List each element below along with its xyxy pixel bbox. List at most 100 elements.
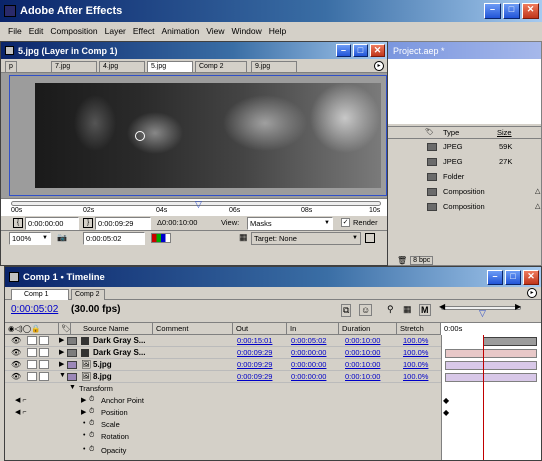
menu-animation[interactable]: Animation xyxy=(161,26,199,40)
list-item[interactable]: Composition △ xyxy=(387,199,541,214)
tab-layer-5jpg[interactable]: 5.jpg xyxy=(147,61,193,72)
close-button[interactable]: ✕ xyxy=(522,3,539,19)
comp-flowchart-icon[interactable]: ⧉ xyxy=(341,304,352,317)
layer-duration-bar[interactable] xyxy=(445,373,537,382)
timeline-close-button[interactable]: ✕ xyxy=(523,269,539,285)
stretch-header[interactable]: Stretch xyxy=(397,323,441,335)
timeline-current-time[interactable]: 0:00:05:02 xyxy=(11,304,58,315)
set-in-button[interactable]: { xyxy=(13,218,23,228)
layer-in[interactable]: 0:00:00:00 xyxy=(291,348,326,357)
bpc-button[interactable]: 8 bpc xyxy=(410,255,434,265)
transform-group[interactable]: ▼ Transform xyxy=(5,383,441,395)
layer-duration[interactable]: 0:00:10:00 xyxy=(345,372,380,381)
stopwatch-icon[interactable]: ⏱ xyxy=(89,408,94,416)
layer-stretch[interactable]: 100.0% xyxy=(403,348,428,357)
tab-comp-2[interactable]: Comp 2 xyxy=(71,289,105,300)
label-column-icon[interactable]: 🏷 xyxy=(425,128,434,136)
layer-name[interactable]: Dark Gray S... xyxy=(93,336,145,345)
layer-out[interactable]: 0:00:09:29 xyxy=(237,372,272,381)
lock-switch[interactable] xyxy=(39,348,49,357)
stopwatch-icon[interactable]: ⏱ xyxy=(89,446,94,454)
eye-icon[interactable]: 👁 xyxy=(11,336,21,345)
type-column-header[interactable]: Type xyxy=(443,128,459,137)
layer-label-swatch[interactable] xyxy=(67,361,77,369)
layer-minimize-button[interactable]: – xyxy=(336,44,351,57)
layer-stretch[interactable]: 100.0% xyxy=(403,360,428,369)
shy-layers-icon[interactable]: ☺ xyxy=(359,304,373,316)
layer-stretch[interactable]: 100.0% xyxy=(403,336,428,345)
duration-header[interactable]: Duration xyxy=(339,323,397,335)
set-out-button[interactable]: } xyxy=(83,218,93,228)
collapse-arrow-icon[interactable]: ▼ xyxy=(59,372,66,379)
tab-layer-comp2[interactable]: Comp 2 xyxy=(195,61,247,72)
time-navigator[interactable]: ◀ ▶ ▽ xyxy=(439,302,523,320)
in-header[interactable]: In xyxy=(287,323,339,335)
view-dropdown[interactable]: Masks ▼ xyxy=(247,217,333,230)
list-item[interactable]: JPEG 59K xyxy=(387,139,541,154)
expand-arrow-icon[interactable]: ▶ xyxy=(59,336,64,344)
list-item[interactable]: Composition △ xyxy=(387,184,541,199)
av-switches-header[interactable]: ◉◁)◯🔒 xyxy=(5,323,59,335)
eye-icon[interactable]: 👁 xyxy=(11,372,21,381)
layer-duration[interactable]: 0:00:10:00 xyxy=(345,336,380,345)
trash-icon[interactable]: 🗑 xyxy=(397,256,407,265)
stopwatch-icon[interactable]: ⏱ xyxy=(89,396,94,404)
tab-layer-9jpg[interactable]: 9.jpg xyxy=(251,61,297,72)
layer-name[interactable]: 5.jpg xyxy=(93,360,112,369)
zoom-dropdown[interactable]: 100% ▼ xyxy=(9,232,51,245)
audio-switch[interactable] xyxy=(27,336,37,345)
eye-icon[interactable]: 👁 xyxy=(11,360,21,369)
brainstorm-icon[interactable]: M xyxy=(419,304,431,316)
timeline-minimize-button[interactable]: – xyxy=(487,269,503,285)
playhead-line[interactable] xyxy=(483,335,484,443)
menu-edit[interactable]: Edit xyxy=(29,26,44,40)
keyframe-nav-icon[interactable]: ◀ ⌐ xyxy=(15,396,26,404)
menu-window[interactable]: Window xyxy=(232,26,262,40)
minimize-button[interactable]: – xyxy=(484,3,501,19)
panel-menu-icon[interactable]: ▸ xyxy=(527,288,537,298)
layer-viewer[interactable] xyxy=(1,73,387,198)
audio-switch[interactable] xyxy=(27,372,37,381)
keyframe-nav-icon[interactable]: ◀ ⌐ xyxy=(15,408,26,416)
layer-name[interactable]: 8.jpg xyxy=(93,372,112,381)
layer-label-swatch[interactable] xyxy=(67,349,77,357)
layer-ruler[interactable]: 00s 02s 04s 06s 08s 10s ▽ xyxy=(1,198,387,216)
layer-maximize-button[interactable]: □ xyxy=(353,44,368,57)
tab-layer-7jpg[interactable]: 7.jpg xyxy=(51,61,97,72)
menu-effect[interactable]: Effect xyxy=(133,26,155,40)
lock-switch[interactable] xyxy=(39,360,49,369)
layer-in[interactable]: 0:00:00:00 xyxy=(291,360,326,369)
audio-switch[interactable] xyxy=(27,348,37,357)
collapse-arrow-icon[interactable]: ▼ xyxy=(69,384,76,391)
property-rotation[interactable]: • ⏱ Rotation xyxy=(5,431,441,443)
target-dropdown[interactable]: Target: None ▼ xyxy=(251,232,361,245)
layer-stretch[interactable]: 100.0% xyxy=(403,372,428,381)
property-anchor-point[interactable]: ◀ ⌐ ▶ ⏱ Anchor Point xyxy=(5,395,441,407)
snapshot-icon[interactable]: 📷 xyxy=(57,233,67,242)
navigator-end-icon[interactable]: ▶ xyxy=(515,302,521,311)
keyframe-icon[interactable]: ◆ xyxy=(443,396,449,405)
layer-duration[interactable]: 0:00:10:00 xyxy=(345,348,380,357)
current-time-indicator[interactable]: ▽ xyxy=(195,199,202,210)
out-time-field[interactable]: 0:00:09:29 xyxy=(95,217,151,230)
stopwatch-icon[interactable]: ⏱ xyxy=(89,420,94,428)
in-time-field[interactable]: 0:00:00:00 xyxy=(25,217,79,230)
table-row[interactable]: 👁 ▶ 🖼 5.jpg 0:00:09:29 0:00:00:00 0:00:1… xyxy=(5,359,441,371)
layer-out[interactable]: 0:00:09:29 xyxy=(237,360,272,369)
menu-composition[interactable]: Composition xyxy=(50,26,97,40)
layer-in[interactable]: 0:00:05:02 xyxy=(291,336,326,345)
layer-bounding-box[interactable] xyxy=(9,75,387,196)
list-item[interactable]: Folder xyxy=(387,169,541,184)
navigator-playhead-icon[interactable]: ▽ xyxy=(479,308,486,319)
expand-arrow-icon[interactable]: ▶ xyxy=(81,408,86,416)
keyframe-icon[interactable]: ◆ xyxy=(443,408,449,417)
tab-layer-4jpg[interactable]: 4.jpg xyxy=(99,61,145,72)
size-column-header[interactable]: Size xyxy=(497,128,512,137)
menu-view[interactable]: View xyxy=(206,26,224,40)
label-header-icon[interactable]: 🏷 xyxy=(59,323,71,335)
table-row[interactable]: 👁 ▶ Dark Gray S... 0:00:15:01 0:00:05:02… xyxy=(5,335,441,347)
audio-switch[interactable] xyxy=(27,360,37,369)
region-icon[interactable] xyxy=(365,233,375,243)
layer-label-swatch[interactable] xyxy=(67,337,77,345)
motion-blur-icon[interactable]: ▦ xyxy=(403,304,412,315)
